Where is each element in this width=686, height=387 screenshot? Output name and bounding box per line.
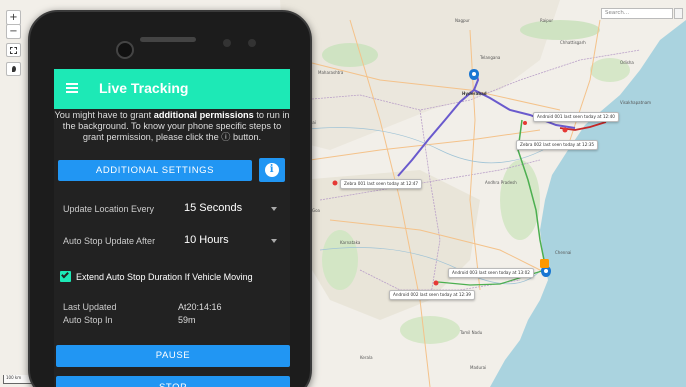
auto-stop-in-value: 59m: [178, 315, 196, 325]
info-button[interactable]: i: [259, 158, 285, 182]
marker-tooltip[interactable]: Android 003 last seen today at 13:02: [448, 268, 534, 278]
update-location-select[interactable]: 15 Seconds: [184, 202, 242, 214]
extend-auto-stop-label[interactable]: Extend Auto Stop Duration If Vehicle Mov…: [76, 272, 253, 282]
stop-button[interactable]: STOP: [56, 376, 290, 387]
phone-sensor: [223, 39, 231, 47]
chevron-down-icon[interactable]: [271, 239, 277, 243]
map-place-label: Goa: [312, 208, 320, 213]
extend-auto-stop-checkbox[interactable]: [60, 270, 71, 282]
map-place-label: Hyderabad: [462, 91, 487, 96]
pause-button[interactable]: PAUSE: [56, 345, 290, 367]
marker-tooltip[interactable]: Android 002 last seen today at 12:39: [389, 290, 475, 300]
marker-tooltip[interactable]: Zebra 001 last seen today at 12:47: [340, 179, 423, 189]
map-place-label: Karnataka: [340, 240, 361, 245]
phone-speaker: [140, 37, 196, 42]
auto-stop-in-label: Auto Stop In: [63, 315, 113, 325]
app-bar: Live Tracking: [54, 69, 290, 109]
phone-screen: Live Tracking You might have to grant ad…: [54, 69, 290, 387]
phone-sensor: [248, 39, 256, 47]
map-place-label: Kerala: [360, 355, 373, 360]
search-icon[interactable]: [674, 8, 683, 19]
chevron-down-icon[interactable]: [271, 207, 277, 211]
marker-red-icon: [562, 127, 568, 133]
map-place-label: Andhra Pradesh: [485, 180, 517, 185]
phone-camera: [116, 41, 134, 59]
marker-tooltip[interactable]: Android 001 last seen today at 12:40: [533, 112, 619, 122]
map-place-label: Chennai: [555, 250, 572, 255]
zoom-in-button[interactable]: +: [6, 10, 21, 25]
marker-red-icon: [523, 121, 527, 125]
permission-info-text: You might have to grant additional permi…: [54, 110, 290, 142]
map-place-label: Nagpur: [455, 18, 470, 23]
fullscreen-button[interactable]: [6, 43, 21, 57]
auto-stop-label: Auto Stop Update After: [63, 236, 156, 246]
menu-icon[interactable]: [66, 83, 78, 93]
map-place-label: Raipur: [540, 18, 553, 23]
map-search-input[interactable]: Search...: [601, 8, 673, 19]
locate-button[interactable]: [6, 62, 21, 76]
map-place-label: Odisha: [620, 60, 634, 65]
marker-orange-icon: [540, 259, 549, 268]
map-place-label: Madurai: [470, 365, 487, 370]
additional-settings-button[interactable]: ADDITIONAL SETTINGS: [58, 160, 252, 181]
fullscreen-icon: [10, 47, 17, 54]
marker-red-icon: [433, 280, 439, 286]
check-icon: [61, 270, 69, 279]
update-location-label: Update Location Every: [63, 204, 155, 214]
info-icon: i: [265, 163, 279, 177]
marker-tooltip[interactable]: Zebra 002 last seen today at 12:35: [516, 140, 599, 150]
map-place-label: Maharashtra: [318, 70, 344, 75]
zoom-out-button[interactable]: −: [6, 24, 21, 39]
app-title: Live Tracking: [99, 80, 189, 96]
last-updated-label: Last Updated: [63, 302, 117, 312]
pin-icon: [11, 66, 16, 72]
last-updated-value: At20:14:16: [178, 302, 222, 312]
map-place-label: Visakhapatnam: [620, 100, 652, 105]
phone-frame: Live Tracking You might have to grant ad…: [28, 10, 312, 387]
map-place-label: Telangana: [480, 55, 501, 60]
marker-red-icon: [332, 180, 338, 186]
auto-stop-select[interactable]: 10 Hours: [184, 234, 229, 246]
map-place-label: Tamil Nadu: [460, 330, 483, 335]
map-place-label: Chhattisgarh: [560, 40, 586, 45]
marker-pin-icon: [469, 69, 479, 80]
